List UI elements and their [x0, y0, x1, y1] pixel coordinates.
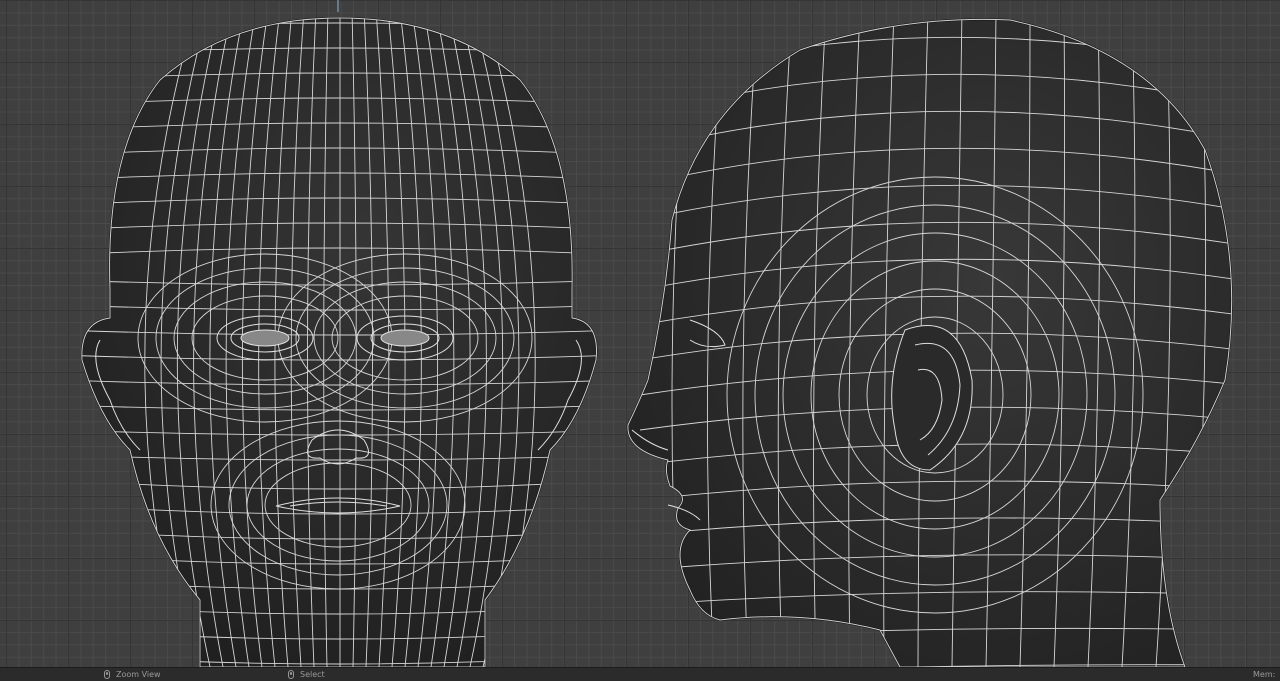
zoom-view-hint: Zoom View — [104, 668, 161, 681]
head-mesh-front[interactable] — [60, 10, 620, 667]
status-bar: Zoom View Select Mem: — [0, 667, 1280, 681]
head-mesh-side[interactable] — [626, 10, 1240, 667]
memory-label: Mem: — [1253, 670, 1276, 679]
mouse-left-icon — [288, 670, 294, 679]
zoom-view-label: Zoom View — [116, 670, 161, 679]
mouse-middle-icon — [104, 670, 110, 679]
select-hint: Select — [288, 668, 325, 681]
3d-viewport[interactable] — [0, 0, 1280, 667]
memory-stat: Mem: — [1253, 668, 1275, 681]
viewport-canvas — [60, 0, 1240, 667]
select-label: Select — [300, 670, 325, 679]
